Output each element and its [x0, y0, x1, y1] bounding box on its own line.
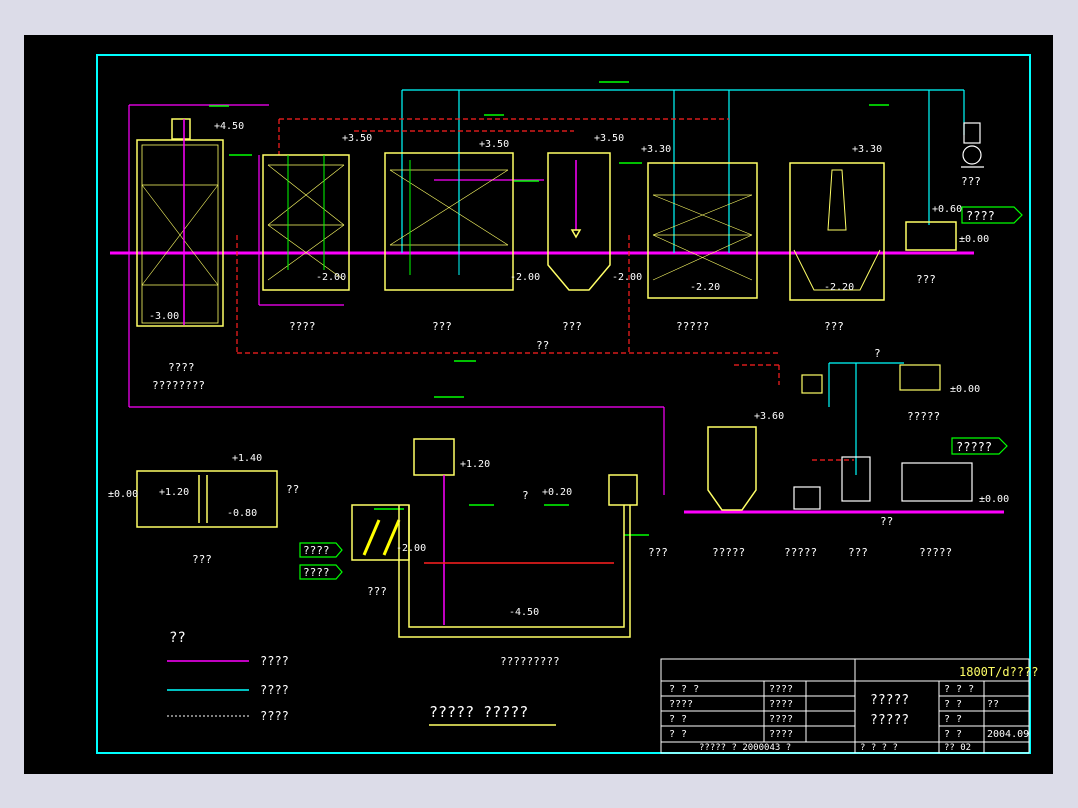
- drawing-name-line1: ?????: [870, 693, 909, 708]
- tb-cell: ????: [769, 729, 793, 740]
- equipment-label: ???: [848, 546, 868, 559]
- tb-cell: ? ? ?: [944, 684, 974, 695]
- tb-cell: ??: [987, 699, 999, 710]
- elev-label: +3.30: [852, 144, 882, 155]
- tank-label: ?: [874, 347, 881, 360]
- equipment-label: ???: [367, 585, 387, 598]
- tank-3: [384, 152, 514, 291]
- elev-label: -2.00: [396, 543, 426, 554]
- tank-label: ??: [880, 515, 893, 528]
- elev-label: -2.00: [316, 272, 346, 283]
- sludge-thickener: [707, 426, 757, 511]
- tank-5: [647, 162, 758, 299]
- legend-item: ????: [260, 654, 289, 668]
- tank-1: [136, 118, 224, 327]
- inlet-label: ????: [303, 544, 330, 557]
- elev-label: ±0.00: [979, 494, 1009, 505]
- legend: ?? ???? ???? ????: [167, 630, 289, 723]
- tb-cell: ? ?: [669, 729, 687, 740]
- tank-label: ???: [432, 320, 452, 333]
- legend-item: ????: [260, 709, 289, 723]
- elev-label: +4.50: [214, 121, 244, 132]
- tb-sheet-no: ?? 02: [944, 743, 971, 753]
- tank-2: [262, 154, 350, 291]
- drawing-canvas: +4.50 +3.50 +3.50 +3.50 +3.30 +3.30 +0.6…: [24, 35, 1053, 774]
- tb-cell: ????: [769, 684, 793, 695]
- tank-label: ???: [562, 320, 582, 333]
- tb-footer: ????? ? 2000043 ?: [699, 743, 791, 753]
- tank-label: ????????: [152, 379, 205, 392]
- elev-label: ±0.00: [108, 489, 138, 500]
- legend-item: ????: [260, 683, 289, 697]
- tb-cell: ? ?: [669, 714, 687, 725]
- elev-label: -2.00: [612, 272, 642, 283]
- tb-footer: ? ? ? ?: [860, 743, 898, 753]
- tank-label: ???: [916, 273, 936, 286]
- elev-label: -3.00: [149, 311, 179, 322]
- equipment-label: ?????: [712, 546, 745, 559]
- equipment-label: ???: [648, 546, 668, 559]
- elev-label: -2.00: [510, 272, 540, 283]
- equipment-label: ?????: [784, 546, 817, 559]
- tb-cell: ? ?: [944, 714, 962, 725]
- tank-label: ????: [168, 361, 195, 374]
- tank-label: ?????: [676, 320, 709, 333]
- equipment-label: ?????: [919, 546, 952, 559]
- tb-cell: ? ? ?: [669, 684, 699, 695]
- tank-label: ????: [289, 320, 316, 333]
- elev-label: +3.50: [594, 133, 624, 144]
- tb-cell: 2004.09: [987, 729, 1029, 740]
- outlet-box: [905, 221, 957, 251]
- filter-press: [793, 364, 973, 510]
- tank-label: ?: [522, 489, 529, 502]
- title-block-text: 1800T/d???? ????? ????? ? ? ? ???? ? ? ?…: [669, 665, 1038, 753]
- sludge-pipes: [128, 104, 665, 495]
- flow-arrows: [209, 81, 889, 536]
- tb-cell: ? ?: [944, 729, 962, 740]
- outlet-label-2: ?????: [956, 440, 992, 454]
- project-name: 1800T/d????: [959, 665, 1038, 679]
- elev-label: -0.80: [227, 508, 257, 519]
- tb-cell: ????: [769, 699, 793, 710]
- legend-title: ??: [169, 630, 186, 646]
- drawing-name-line2: ?????: [870, 713, 909, 728]
- blower-symbol: [961, 122, 984, 168]
- outlet-label: ????: [966, 209, 995, 223]
- elevation-labels: +4.50 +3.50 +3.50 +3.50 +3.30 +3.30 +0.6…: [108, 121, 1009, 618]
- tb-cell: ????: [669, 699, 693, 710]
- elev-label: +0.20: [542, 487, 572, 498]
- tank-label: ???: [824, 320, 844, 333]
- elev-label: +3.50: [479, 139, 509, 150]
- inlet-label-2: ????: [303, 566, 330, 579]
- elev-label: +1.40: [232, 453, 262, 464]
- equipment-label: ?????????: [500, 655, 560, 668]
- tank-6: [789, 162, 885, 301]
- tank-label: ???: [961, 175, 981, 188]
- bottom-labels: ??? ??? ????????? ??? ????? ????? ??? ??…: [192, 546, 952, 668]
- tank-label: ??: [286, 483, 299, 496]
- tb-cell: ????: [769, 714, 793, 725]
- tank-4: [547, 152, 611, 291]
- process-flow-diagram: +4.50 +3.50 +3.50 +3.50 +3.30 +3.30 +0.6…: [96, 54, 1038, 754]
- tank-label: ??: [536, 339, 549, 352]
- elev-label: +1.20: [159, 487, 189, 498]
- elev-label: +3.60: [754, 411, 784, 422]
- elev-label: ±0.00: [959, 234, 989, 245]
- elev-label: -2.20: [690, 282, 720, 293]
- elev-label: +1.20: [460, 459, 490, 470]
- elev-label: +0.60: [932, 204, 962, 215]
- elev-label: ±0.00: [950, 384, 980, 395]
- elev-label: +3.30: [641, 144, 671, 155]
- elev-label: +3.50: [342, 133, 372, 144]
- equipment-label: ???: [192, 553, 212, 566]
- elev-label: -4.50: [509, 607, 539, 618]
- sheet-border: [96, 54, 1031, 754]
- tb-cell: ? ?: [944, 699, 962, 710]
- elev-label: -2.20: [824, 282, 854, 293]
- tank-label: ?????: [907, 410, 940, 423]
- drawing-title: ????? ?????: [429, 703, 528, 721]
